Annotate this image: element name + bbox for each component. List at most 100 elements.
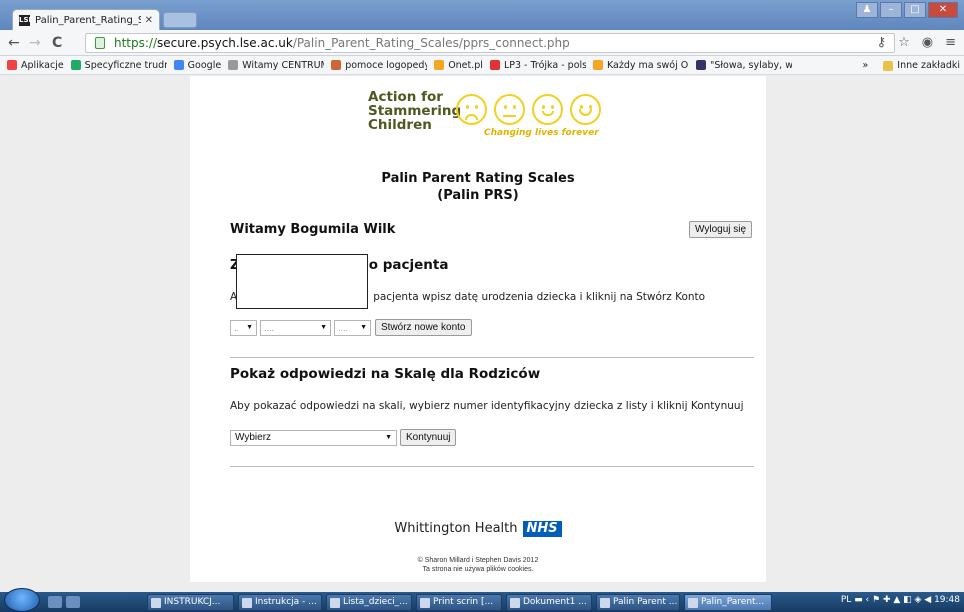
forward-arrow-icon[interactable]: → (29, 35, 41, 51)
logout-button[interactable]: Wyloguj się (689, 221, 753, 238)
faces-graphic (456, 94, 601, 125)
cookies-text: Ta strona nie używa plików cookies. (422, 566, 534, 573)
logo-tagline: Changing lives forever (484, 128, 599, 138)
logo-line3: Children (368, 117, 432, 133)
bookmark-star-icon[interactable]: ☆ (898, 35, 910, 50)
new-tab-button[interactable] (163, 12, 197, 28)
language-indicator[interactable]: PL (841, 595, 851, 605)
bookmark-item[interactable]: Aplikacje (7, 60, 64, 71)
clock[interactable]: 19:48 (934, 595, 960, 605)
month-select[interactable]: .... ▼ (260, 319, 331, 336)
key-icon[interactable]: ⚷ (877, 35, 887, 50)
section-divider (230, 357, 754, 358)
maximize-icon[interactable]: □ (904, 2, 926, 18)
url-host: secure.psych.lse.ac.uk (157, 36, 293, 50)
bookmark-item[interactable]: Witamy CENTRUMLO (228, 60, 324, 71)
year-select-value: .... (338, 322, 349, 333)
bookmarks-bar: Aplikacje Specyficzne trudności Google Wita… (0, 56, 964, 75)
other-bookmarks-label: Inne zakładki (897, 60, 960, 71)
bookmark-item[interactable]: Każdy ma swój Onet. (592, 59, 689, 71)
taskbar-item[interactable]: Instrukcja - ... (238, 594, 322, 611)
bookmark-favicon-icon (489, 60, 500, 70)
minimize-icon[interactable]: – (880, 2, 902, 18)
bookmark-label: Onet.pl (448, 59, 483, 71)
taskbar-item[interactable]: Dokument1 ... (506, 594, 592, 611)
dropdown-arrow-icon: ▼ (320, 324, 327, 331)
bookmark-label: LP3 - Trójka - polskie (503, 59, 586, 71)
logo-line2: Stammering (368, 103, 462, 119)
menu-icon[interactable]: ≡ (945, 35, 956, 50)
day-select[interactable]: .. ▼ (230, 319, 257, 336)
bookmark-item[interactable]: Onet.pl (434, 60, 483, 71)
asc-logo: Action for Stammering Children Changing … (368, 90, 628, 142)
happy-face-icon (570, 94, 601, 125)
slight-smile-face-icon (532, 94, 563, 125)
url-scheme: https:// (114, 36, 158, 50)
logo-text: Action for Stammering Children (368, 90, 461, 132)
bookmark-label: Każdy ma swój Onet. (606, 59, 689, 71)
bookmark-label: pomoce logopedyczn (345, 59, 427, 71)
taskbar-item[interactable]: Palin_Parent... (684, 594, 772, 611)
create-account-button[interactable]: Stwórz nowe konto (375, 319, 472, 336)
bookmark-item[interactable]: pomoce logopedyczn (331, 60, 427, 71)
dob-row: .. ▼ .... ▼ .... ▼ Stwórz nowe konto (230, 319, 472, 336)
extension-icon[interactable]: ◉ (922, 35, 933, 50)
bookmark-item[interactable]: Google (173, 59, 222, 71)
reload-icon[interactable]: C (52, 35, 62, 51)
dropdown-arrow-icon: ▼ (246, 324, 253, 331)
dropdown-arrow-icon: ▼ (360, 324, 367, 331)
copyright-text: © Sharon Millard i Stephen Davis 2012 (417, 557, 539, 564)
bookmark-label: Specyficzne trudności (84, 59, 167, 71)
dropdown-arrow-icon: ▼ (385, 434, 392, 441)
bookmark-label: Witamy CENTRUMLO (242, 59, 324, 71)
welcome-text: Witamy Bogumila Wilk (230, 222, 396, 237)
window-controls: ♟ – □ ✕ (854, 2, 958, 18)
tab-title: Palin_Parent_Rating_Scale (35, 14, 141, 26)
taskbar-item[interactable]: Palin Parent ... (596, 594, 680, 611)
bookmark-favicon-icon (173, 60, 184, 70)
user-icon[interactable]: ♟ (856, 2, 878, 18)
page-title-line2: (Palin PRS) (437, 188, 519, 203)
continue-button[interactable]: Kontynuuj (400, 429, 457, 446)
page-content: Action for Stammering Children Changing … (190, 76, 766, 582)
page-title: Palin Parent Rating Scales (Palin PRS) (190, 170, 766, 204)
url-path: /Palin_Parent_Rating_Scales/pprs_connect… (292, 36, 570, 50)
bookmark-label: Aplikacje (21, 59, 64, 71)
folder-icon (883, 60, 894, 71)
bookmark-favicon-icon (434, 60, 445, 70)
bookmark-item[interactable]: LP3 - Trójka - polskie (489, 59, 586, 71)
bookmark-favicon-icon (7, 60, 17, 70)
system-tray: PL ▬ ‹ ⚑ ✚ ▲ ◧ ◈ ◀ 19:48 (841, 595, 960, 605)
patient-id-select[interactable]: Wybierz ▼ (230, 429, 397, 446)
back-arrow-icon[interactable]: ← (8, 35, 20, 51)
bookmark-favicon-icon (592, 60, 603, 70)
taskbar-item[interactable]: Lista_dzieci_... (326, 594, 412, 611)
other-bookmarks-folder[interactable]: Inne zakładki (883, 60, 960, 71)
toolbar-icons: ⚷ ☆ ◉ ≡ (877, 35, 956, 50)
bookmark-item[interactable]: "Słowa, sylaby, wyrazy (695, 60, 792, 71)
address-bar[interactable]: https://secure.psych.lse.ac.uk/Palin_Par… (85, 33, 895, 53)
bookmarks-right: » Inne zakładki (862, 56, 960, 74)
browser-titlebar: LSE Palin_Parent_Rating_Scale ✕ ♟ – □ ✕ (0, 0, 964, 30)
browser-tab[interactable]: LSE Palin_Parent_Rating_Scale ✕ (12, 9, 160, 30)
nhs-logo: NHS (522, 521, 562, 537)
bookmarks-more-icon[interactable]: » (862, 60, 868, 71)
page-title-line1: Palin Parent Rating Scales (381, 171, 575, 186)
bookmark-item[interactable]: Specyficzne trudności (70, 59, 167, 71)
close-tab-icon[interactable]: ✕ (145, 15, 153, 26)
year-select[interactable]: .... ▼ (334, 319, 371, 336)
tray-icons: ▬ ‹ ⚑ ✚ ▲ ◧ ◈ ◀ (854, 595, 935, 605)
quicklaunch-icon[interactable] (66, 596, 80, 608)
show-answers-heading: Pokaż odpowiedzi na Skalę dla Rodziców (230, 366, 541, 382)
close-window-icon[interactable]: ✕ (928, 2, 958, 18)
start-button[interactable] (4, 588, 40, 612)
bookmark-favicon-icon (228, 60, 239, 70)
show-desktop-icon[interactable] (48, 596, 62, 608)
taskbar-item[interactable]: Print scrin [... (416, 594, 502, 611)
redaction-box (236, 254, 368, 309)
logo-line1: Action for (368, 89, 443, 105)
taskbar-item[interactable]: INSTRUKCJ... (147, 594, 234, 611)
footer-org: Whittington Health NHS (190, 521, 766, 537)
section-divider (230, 466, 754, 467)
bookmark-label: Google (187, 59, 222, 71)
